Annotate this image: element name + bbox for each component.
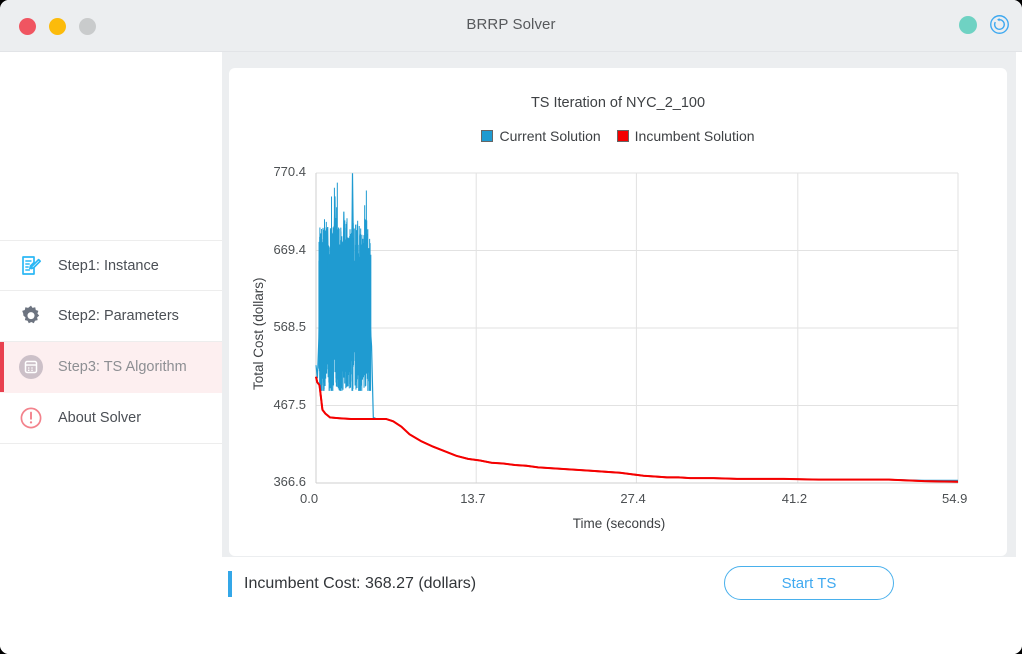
plot-area: Total Cost (dollars) Time (seconds) 366.… [229, 68, 1009, 558]
window-body: Step1: Instance Step2: Parameters Step3:… [0, 52, 1022, 654]
start-ts-button[interactable]: Start TS [724, 566, 894, 600]
sidebar-item-step3-ts-algorithm[interactable]: Step3: TS Algorithm [0, 342, 222, 393]
sidebar-item-step2-parameters[interactable]: Step2: Parameters [0, 291, 222, 342]
status-dot-icon[interactable] [959, 15, 977, 34]
sidebar-item-label: Step2: Parameters [58, 308, 179, 324]
app-window: BRRP Solver Step1: Instance Step2: Param… [0, 0, 1022, 654]
title-bar: BRRP Solver [0, 0, 1022, 52]
sidebar: Step1: Instance Step2: Parameters Step3:… [0, 52, 222, 654]
gear-icon [18, 303, 44, 329]
title-bar-actions [959, 14, 1010, 35]
sidebar-item-label: Step1: Instance [58, 257, 159, 274]
status-bar: Incumbent Cost: 368.27 (dollars) Start T… [222, 558, 1016, 654]
sidebar-item-about-solver[interactable]: About Solver [0, 393, 222, 444]
sidebar-item-step1-instance[interactable]: Step1: Instance [0, 240, 222, 291]
exclamation-circle-icon [18, 405, 44, 431]
calendar-icon [18, 354, 44, 380]
sync-icon[interactable] [989, 14, 1010, 35]
main-content: TS Iteration of NYC_2_100 Current Soluti… [222, 52, 1022, 654]
window-title: BRRP Solver [466, 16, 556, 33]
incumbent-cost-status: Incumbent Cost: 368.27 (dollars) [228, 571, 476, 597]
chart-card: TS Iteration of NYC_2_100 Current Soluti… [222, 60, 1014, 564]
sidebar-item-label: Step3: TS Algorithm [58, 359, 187, 375]
edit-document-icon [18, 253, 44, 279]
chart-canvas [315, 172, 959, 484]
sidebar-item-label: About Solver [58, 410, 142, 426]
